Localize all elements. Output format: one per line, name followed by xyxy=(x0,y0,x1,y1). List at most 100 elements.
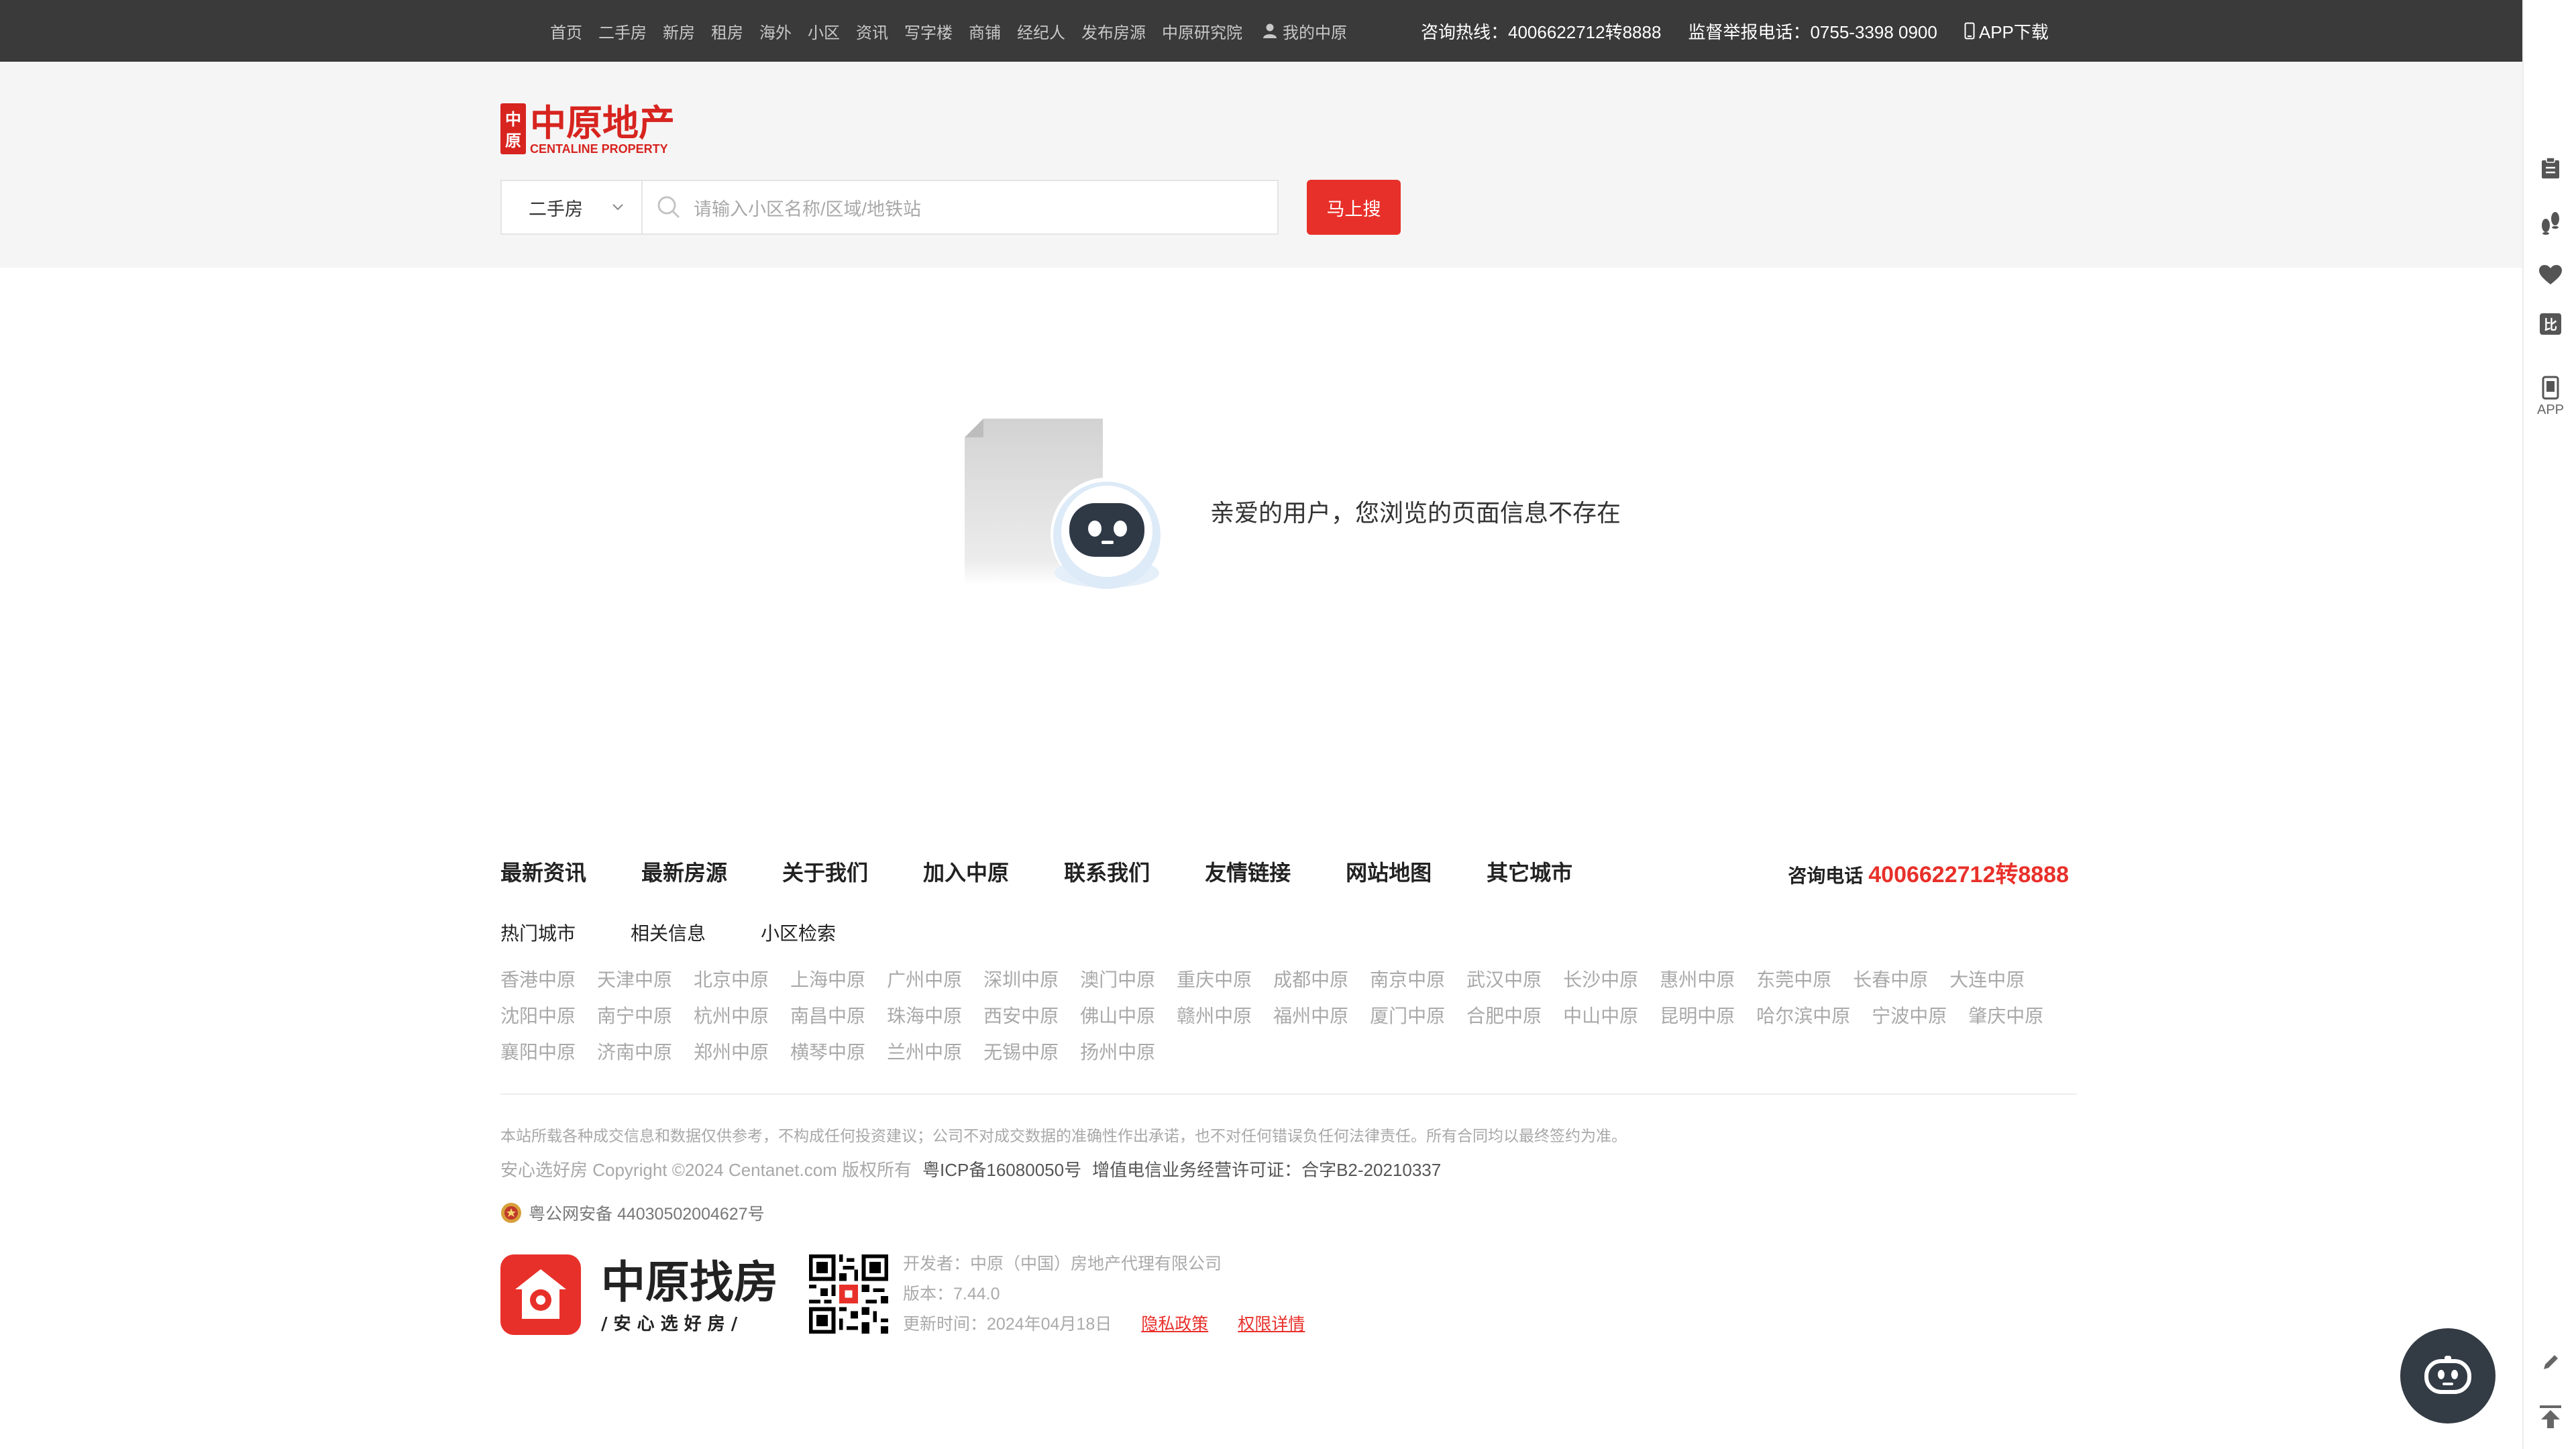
sidebar-favorite[interactable] xyxy=(2524,264,2576,286)
footer-nav-sitemap[interactable]: 网站地图 xyxy=(1346,856,1432,887)
svg-text:CENTALINE PROPERTY: CENTALINE PROPERTY xyxy=(530,142,668,156)
city-link[interactable]: 长春中原 xyxy=(1853,969,1928,991)
footer-nav-join-us[interactable]: 加入中原 xyxy=(923,856,1009,887)
app-download-link[interactable]: APP下载 xyxy=(1964,19,2049,44)
city-link[interactable]: 广州中原 xyxy=(887,969,962,991)
city-link[interactable]: 武汉中原 xyxy=(1466,969,1542,991)
topnav-shop[interactable]: 商铺 xyxy=(969,19,1001,43)
topnav-home[interactable]: 首页 xyxy=(550,19,582,43)
header xyxy=(0,62,2522,268)
my-center-label: 我的中原 xyxy=(1283,23,1347,42)
city-link[interactable]: 东莞中原 xyxy=(1756,969,1831,991)
city-link[interactable]: 香港中原 xyxy=(500,969,576,991)
footer-nav-friend-links[interactable]: 友情链接 xyxy=(1205,856,1291,887)
svg-text:比: 比 xyxy=(2544,317,2557,333)
my-center-link[interactable]: 我的中原 xyxy=(1263,19,1347,43)
city-link[interactable]: 昆明中原 xyxy=(1660,1005,1735,1028)
city-link[interactable]: 南昌中原 xyxy=(790,1005,865,1028)
topnav-second-hand[interactable]: 二手房 xyxy=(598,19,647,43)
tab-related-info[interactable]: 相关信息 xyxy=(631,919,706,946)
footer-nav-other-cities[interactable]: 其它城市 xyxy=(1487,856,1572,887)
sidebar-app[interactable]: APP xyxy=(2524,376,2576,418)
city-link[interactable]: 天津中原 xyxy=(597,969,672,991)
city-link[interactable]: 济南中原 xyxy=(597,1041,672,1064)
centaline-logo[interactable]: 中 原 中原地产 CENTALINE PROPERTY xyxy=(500,102,683,156)
city-link[interactable]: 哈尔滨中原 xyxy=(1756,1005,1850,1028)
sidebar-edit[interactable] xyxy=(2524,1352,2576,1373)
topnav-agent[interactable]: 经纪人 xyxy=(1017,19,1065,43)
city-link[interactable]: 成都中原 xyxy=(1273,969,1348,991)
report-line-text: 监督举报电话：0755-3398 0900 xyxy=(1688,21,1937,42)
city-link[interactable]: 扬州中原 xyxy=(1080,1041,1155,1064)
city-link[interactable]: 北京中原 xyxy=(694,969,769,991)
footer-nav-contact-us[interactable]: 联系我们 xyxy=(1064,856,1150,887)
search-type-select[interactable]: 二手房 xyxy=(502,181,643,233)
sidebar-back-to-top[interactable] xyxy=(2524,1405,2576,1429)
city-link[interactable]: 长沙中原 xyxy=(1563,969,1638,991)
tab-community-search[interactable]: 小区检索 xyxy=(761,919,836,946)
topnav-community[interactable]: 小区 xyxy=(808,19,840,43)
city-link[interactable]: 南京中原 xyxy=(1370,969,1445,991)
city-link[interactable]: 杭州中原 xyxy=(694,1005,769,1028)
icp-link[interactable]: 粤ICP备16080050号 xyxy=(922,1157,1081,1181)
city-link[interactable]: 兰州中原 xyxy=(887,1041,962,1064)
city-link[interactable]: 郑州中原 xyxy=(694,1041,769,1064)
city-link[interactable]: 肇庆中原 xyxy=(1968,1005,2043,1028)
copyright-text: 安心选好房 Copyright ©2024 Centanet.com 版权所有 xyxy=(500,1160,912,1180)
tab-hot-cities[interactable]: 热门城市 xyxy=(500,919,576,946)
chat-bot-button[interactable] xyxy=(2400,1328,2496,1424)
city-link[interactable]: 沈阳中原 xyxy=(500,1005,576,1028)
search-icon xyxy=(657,196,680,219)
search-input[interactable]: 请输入小区名称/区域/地铁站 xyxy=(643,181,1277,233)
app-slogan: / 安 心 选 好 房 / xyxy=(601,1314,738,1334)
clipboard-icon xyxy=(2542,157,2559,178)
sidebar-app-label: APP xyxy=(2536,402,2565,417)
police-record[interactable]: 粤公网安备 44030502004627号 xyxy=(500,1201,765,1225)
city-link[interactable]: 西安中原 xyxy=(983,1005,1059,1028)
topnav-news[interactable]: 资讯 xyxy=(856,19,888,43)
city-link[interactable]: 珠海中原 xyxy=(887,1005,962,1028)
city-link[interactable]: 赣州中原 xyxy=(1177,1005,1252,1028)
city-link[interactable]: 大连中原 xyxy=(1949,969,2025,991)
city-link[interactable]: 无锡中原 xyxy=(983,1041,1059,1064)
topnav-post-listing[interactable]: 发布房源 xyxy=(1081,19,1146,43)
footer-nav-about-us[interactable]: 关于我们 xyxy=(782,856,868,887)
topnav-office[interactable]: 写字楼 xyxy=(904,19,953,43)
city-link[interactable]: 襄阳中原 xyxy=(500,1041,576,1064)
footprint-icon xyxy=(2542,212,2559,235)
permissions-link[interactable]: 权限详情 xyxy=(1238,1315,1305,1334)
svg-text:原: 原 xyxy=(505,131,521,150)
city-link[interactable]: 南宁中原 xyxy=(597,1005,672,1028)
app-logo: 中原找房 / 安 心 选 好 房 / xyxy=(500,1254,778,1335)
city-link[interactable]: 上海中原 xyxy=(790,969,865,991)
footer-nav-latest-listings[interactable]: 最新房源 xyxy=(641,856,727,887)
top-contact: 咨询热线：4006622712转8888 监督举报电话：0755-3398 09… xyxy=(1421,0,2049,62)
search-button[interactable]: 马上搜 xyxy=(1307,180,1401,235)
heart-icon xyxy=(2539,265,2562,284)
city-link[interactable]: 横琴中原 xyxy=(790,1041,865,1064)
city-link[interactable]: 宁波中原 xyxy=(1872,1005,1947,1028)
city-link[interactable]: 福州中原 xyxy=(1273,1005,1348,1028)
not-found-message: 亲爱的用户，您浏览的页面信息不存在 xyxy=(1210,499,1621,527)
city-link[interactable]: 重庆中原 xyxy=(1177,969,1252,991)
privacy-policy-link[interactable]: 隐私政策 xyxy=(1141,1315,1208,1334)
footer-phone-label: 咨询电话 xyxy=(1788,865,1864,886)
sidebar-clipboard[interactable] xyxy=(2524,157,2576,180)
footer-nav-latest-news[interactable]: 最新资讯 xyxy=(500,856,586,887)
app-updated: 更新时间：2024年04月18日 xyxy=(903,1315,1112,1334)
city-link[interactable]: 惠州中原 xyxy=(1660,969,1735,991)
city-link[interactable]: 厦门中原 xyxy=(1370,1005,1445,1028)
topnav-new-home[interactable]: 新房 xyxy=(663,19,695,43)
topnav-overseas[interactable]: 海外 xyxy=(759,19,792,43)
topnav-research[interactable]: 中原研究院 xyxy=(1162,19,1242,43)
topnav-rent[interactable]: 租房 xyxy=(711,19,743,43)
app-info: 开发者：中原（中国）房地产代理有限公司 版本：7.44.0 更新时间：2024年… xyxy=(903,1249,1305,1340)
city-link[interactable]: 合肥中原 xyxy=(1466,1005,1542,1028)
sidebar-footprint[interactable] xyxy=(2524,208,2576,235)
city-link[interactable]: 佛山中原 xyxy=(1080,1005,1155,1028)
city-link[interactable]: 澳门中原 xyxy=(1080,969,1155,991)
sidebar-compare[interactable]: 比 xyxy=(2524,313,2576,335)
hotline-text: 咨询热线：4006622712转8888 xyxy=(1421,21,1662,42)
city-link[interactable]: 深圳中原 xyxy=(983,969,1059,991)
city-link[interactable]: 中山中原 xyxy=(1563,1005,1638,1028)
